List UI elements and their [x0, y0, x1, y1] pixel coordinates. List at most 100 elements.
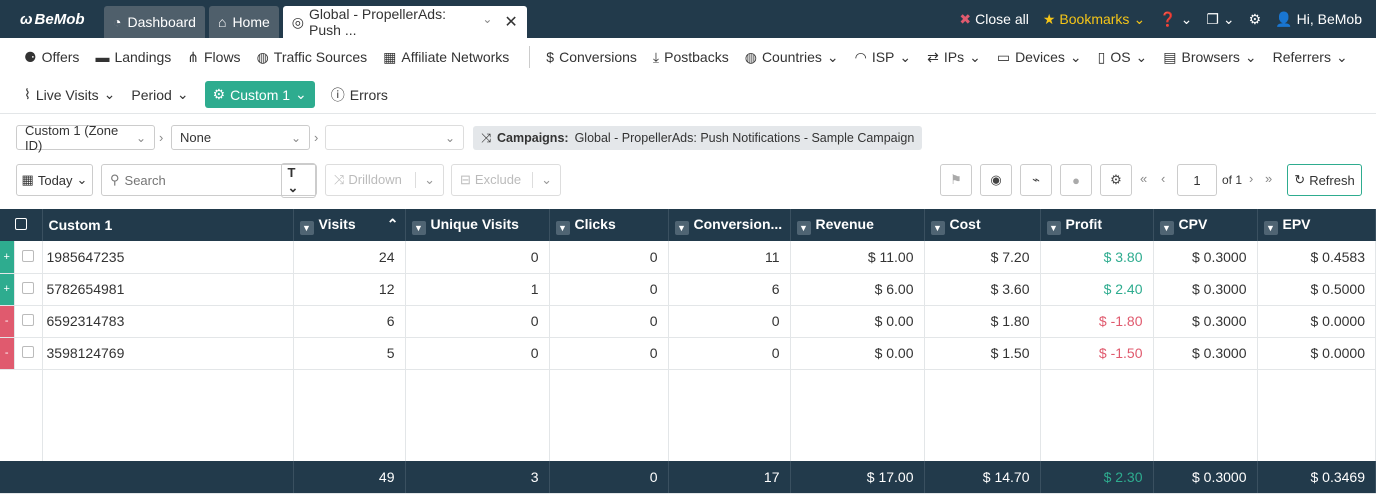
- browser-icon: ▤: [1163, 48, 1177, 65]
- gear-icon: ⚙: [1248, 10, 1262, 27]
- nav-postbacks[interactable]: ⤓ Postbacks: [653, 49, 729, 66]
- col-custom-1[interactable]: Custom 1: [42, 209, 294, 241]
- flows-icon: ⋔: [187, 48, 199, 65]
- select-all-checkbox[interactable]: [0, 209, 43, 241]
- grouping-select-2[interactable]: None ⌄: [171, 125, 310, 150]
- nav-isp[interactable]: ◠ ISP ⌄: [855, 49, 912, 66]
- row-status-marker[interactable]: -: [0, 305, 15, 338]
- table-row[interactable]: + 1985647235 24 0 0 11 $ 11.00 $ 7.20 $ …: [0, 241, 1376, 274]
- col-visits[interactable]: ▼ Visits ⌃: [293, 209, 406, 241]
- table-row[interactable]: - 3598124769 5 0 0 0 $ 0.00 $ 1.50 $ -1.…: [0, 337, 1376, 370]
- close-icon[interactable]: ✕: [504, 12, 517, 32]
- nav-errors[interactable]: ⓘ Errors: [331, 85, 388, 105]
- prev-page-icon[interactable]: ‹: [1161, 171, 1165, 186]
- grouping-select-3[interactable]: ⌄: [325, 125, 464, 150]
- row-status-marker[interactable]: -: [0, 337, 15, 370]
- row-checkbox[interactable]: [14, 241, 43, 274]
- notes-button[interactable]: ●: [1060, 164, 1092, 196]
- total-cost: $ 14.70: [924, 461, 1041, 494]
- nav-flows[interactable]: ⋔ Flows: [187, 49, 240, 66]
- mobile-icon: ▯: [1097, 48, 1106, 65]
- text-type-dropdown[interactable]: T ⌄: [280, 162, 316, 198]
- filter-icon[interactable]: ▼: [299, 220, 314, 235]
- tab-dashboard[interactable]: ◔ Dashboard: [104, 6, 205, 38]
- filter-icon[interactable]: ▼: [1046, 220, 1061, 235]
- help-button[interactable]: ❓ ⌄: [1159, 11, 1192, 28]
- nav-affiliate-networks[interactable]: ▦ Affiliate Networks: [383, 49, 509, 66]
- table-row[interactable]: + 5782654981 12 1 0 6 $ 6.00 $ 3.60 $ 2.…: [0, 273, 1376, 306]
- user-menu[interactable]: 👤 Hi, BeMob: [1275, 11, 1362, 28]
- chevron-down-icon[interactable]: ⌄: [482, 12, 492, 32]
- nav-browsers[interactable]: ▤ Browsers ⌄: [1163, 49, 1256, 66]
- col-revenue[interactable]: ▼ Revenue: [790, 209, 925, 241]
- landings-icon: ▬: [95, 49, 110, 65]
- filter-icon[interactable]: ▼: [930, 220, 945, 235]
- date-range-button[interactable]: ▦ Today ⌄: [16, 164, 93, 196]
- dashboard-icon: ◔: [113, 14, 122, 30]
- table-row[interactable]: - 6592314783 6 0 0 0 $ 0.00 $ 1.80 $ -1.…: [0, 305, 1376, 338]
- first-page-icon[interactable]: «: [1140, 171, 1147, 186]
- filter-icon[interactable]: ▼: [555, 220, 570, 235]
- close-all-button[interactable]: ✖ Close all: [959, 11, 1028, 28]
- filter-icon[interactable]: ▼: [411, 220, 426, 235]
- bemob-logo[interactable]: ω BeMob: [20, 11, 104, 28]
- search-input[interactable]: [124, 172, 275, 188]
- nav-offers[interactable]: ⚈ Offers: [24, 49, 79, 66]
- col-cpv[interactable]: ▼ CPV: [1153, 209, 1258, 241]
- filter-icon[interactable]: ▼: [1159, 220, 1174, 235]
- column-settings-button[interactable]: ⚙: [1100, 164, 1132, 196]
- grouping-select-1[interactable]: Custom 1 (Zone ID) ⌄: [16, 123, 155, 153]
- row-checkbox[interactable]: [14, 337, 43, 370]
- col-epv[interactable]: ▼ EPV: [1257, 209, 1376, 241]
- nav-live-visits[interactable]: ⌇ Live Visits ⌄: [24, 86, 115, 103]
- total-revenue: $ 17.00: [790, 461, 925, 494]
- row-checkbox[interactable]: [14, 305, 43, 338]
- nav-os[interactable]: ▯ OS ⌄: [1098, 49, 1148, 66]
- campaign-icon: ◎: [291, 13, 305, 30]
- flag-button[interactable]: ⚑: [940, 164, 972, 196]
- cell-unique-visits: 1: [405, 273, 550, 306]
- settings-button[interactable]: ⚙: [1249, 11, 1262, 28]
- nav-period[interactable]: Period ⌄: [131, 86, 188, 103]
- col-clicks[interactable]: ▼ Clicks: [549, 209, 669, 241]
- chevron-down-icon: ⌄: [444, 130, 455, 145]
- col-cost[interactable]: ▼ Cost: [924, 209, 1041, 241]
- nav-traffic-sources[interactable]: ◍ Traffic Sources: [257, 49, 368, 66]
- nav-referrers[interactable]: Referrers ⌄: [1273, 49, 1348, 66]
- filter-icon[interactable]: ▼: [1263, 220, 1278, 235]
- windows-button[interactable]: ❐ ⌄: [1206, 11, 1234, 28]
- drilldown-button[interactable]: ⤨ Drilldown ⌄: [325, 164, 444, 196]
- col-unique-visits[interactable]: ▼ Unique Visits: [405, 209, 550, 241]
- tab-home[interactable]: ⌂ Home: [208, 6, 279, 38]
- nav-custom-1[interactable]: ⚙ Custom 1 ⌄: [204, 81, 315, 108]
- cell-cost: $ 1.50: [924, 337, 1041, 370]
- row-checkbox[interactable]: [14, 273, 43, 306]
- col-conversions[interactable]: ▼ Conversion...: [668, 209, 791, 241]
- filter-icon[interactable]: ▼: [796, 220, 811, 235]
- info-icon: ⓘ: [330, 86, 345, 103]
- bookmarks-button[interactable]: ★ Bookmarks ⌄: [1043, 11, 1145, 28]
- filter-icon[interactable]: ▼: [674, 220, 689, 235]
- nav-conversions[interactable]: $ Conversions: [546, 49, 637, 65]
- next-page-icon[interactable]: ›: [1249, 171, 1253, 186]
- last-page-icon[interactable]: »: [1265, 171, 1272, 186]
- nav-landings[interactable]: ▬ Landings: [95, 49, 171, 65]
- refresh-button[interactable]: ↻ Refresh: [1287, 164, 1362, 196]
- sort-up-icon: ⌃: [386, 215, 399, 232]
- chevron-down-icon[interactable]: ⌄: [415, 172, 443, 188]
- row-status-marker[interactable]: +: [0, 241, 15, 274]
- tab-campaign[interactable]: ◎ Global - PropellerAds: Push ... ⌄ ✕: [282, 6, 527, 38]
- chevron-right-icon: ›: [314, 130, 319, 145]
- nav-devices[interactable]: ▭ Devices ⌄: [997, 49, 1082, 66]
- col-profit[interactable]: ▼ Profit: [1040, 209, 1154, 241]
- nav-ips[interactable]: ⇄ IPs ⌄: [927, 49, 981, 66]
- row-status-marker[interactable]: +: [0, 273, 15, 306]
- chevron-right-icon: ›: [159, 130, 164, 145]
- nav-countries[interactable]: ◍ Countries ⌄: [745, 49, 839, 66]
- view-button[interactable]: ◉: [980, 164, 1012, 196]
- cogs-icon: ⚙: [212, 86, 226, 102]
- page-input[interactable]: 1: [1177, 164, 1217, 196]
- chevron-down-icon[interactable]: ⌄: [532, 172, 560, 188]
- chart-button[interactable]: ⌁: [1020, 164, 1052, 196]
- exclude-button[interactable]: ⊟ Exclude ⌄: [451, 164, 561, 196]
